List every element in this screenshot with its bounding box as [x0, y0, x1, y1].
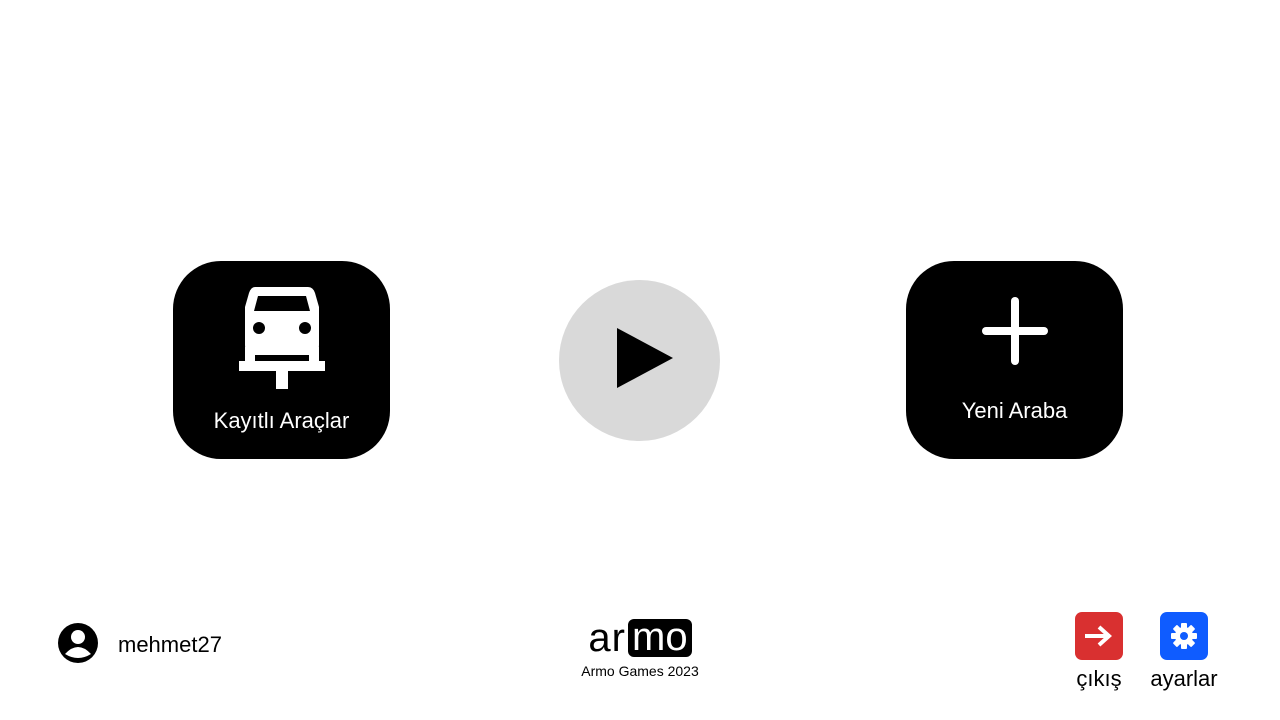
new-car-button[interactable]: Yeni Araba [906, 261, 1123, 459]
exit-label: çıkış [1076, 666, 1122, 691]
settings-button[interactable]: ayarlar [1146, 612, 1222, 692]
settings-label: ayarlar [1150, 666, 1218, 691]
saved-vehicles-label: Kayıtlı Araçlar [213, 407, 350, 433]
logo-caption: Armo Games 2023 [581, 663, 699, 679]
exit-button[interactable]: çıkış [1070, 612, 1128, 692]
account-circle-icon [57, 622, 99, 669]
play-icon [605, 327, 675, 394]
username: mehmet27 [118, 632, 222, 657]
play-button[interactable] [559, 280, 720, 441]
brand-logo: ar mo Armo Games 2023 [560, 616, 720, 679]
car-lift-icon [238, 286, 325, 394]
new-car-label: Yeni Araba [961, 397, 1068, 423]
exit-icon [1075, 612, 1123, 660]
logo-text-plain: ar [588, 616, 626, 660]
saved-vehicles-button[interactable]: Kayıtlı Araçlar [173, 261, 390, 459]
logo-text-boxed: mo [628, 617, 692, 657]
logo-wordmark: ar mo [588, 616, 692, 660]
user-profile[interactable]: mehmet27 [57, 622, 222, 669]
plus-icon [981, 296, 1048, 370]
gear-icon [1160, 612, 1208, 660]
